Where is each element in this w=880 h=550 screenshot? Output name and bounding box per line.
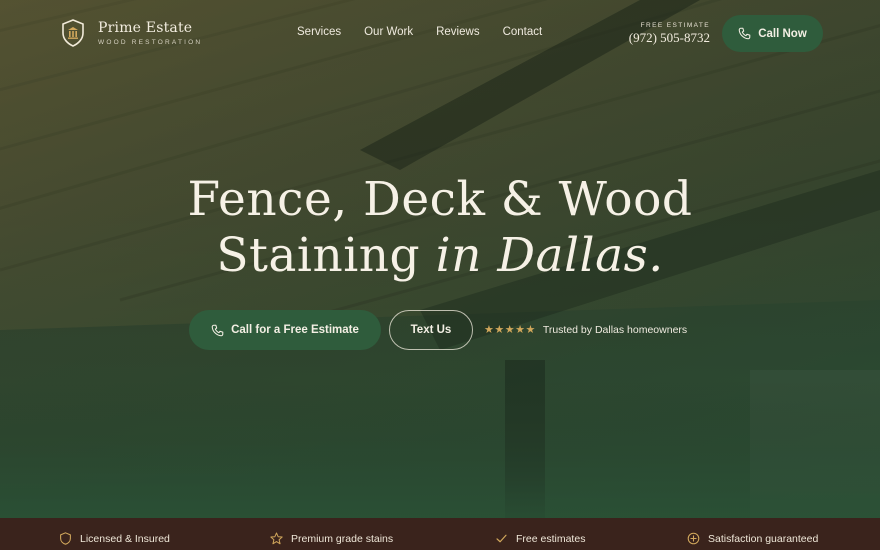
trust-badge: ★★★★★ Trusted by Dallas homeowners [484,323,688,337]
phone-icon [211,324,224,336]
nav-link-our-work[interactable]: Our Work [364,26,413,38]
text-us-button[interactable]: Text Us [389,310,473,350]
headline-line-2-plain: Staining [216,228,421,283]
feature-free-estimates: Free estimates [495,532,585,545]
star-icon [270,532,283,545]
trust-text: Trusted by Dallas homeowners [542,323,688,336]
call-free-estimate-label: Call for a Free Estimate [231,324,359,336]
nav-link-reviews[interactable]: Reviews [436,26,479,38]
check-icon [496,534,507,543]
call-now-button[interactable]: Call Now [722,15,823,52]
feature-label: Premium grade stains [291,532,394,545]
plus-circle-icon [687,532,700,545]
top-navigation: Prime Estate WOOD RESTORATION Services O… [0,0,880,68]
feature-premium-stains: Premium grade stains [270,532,393,545]
feature-label: Free estimates [516,532,586,545]
hero-headline: Fence, Deck & Wood Staining in Dallas. [0,172,880,284]
nav-link-contact[interactable]: Contact [503,26,543,38]
phone-number[interactable]: (972) 505-8732 [612,30,710,46]
feature-licensed: Licensed & Insured [59,532,170,545]
headline-line-2-italic: in Dallas. [435,228,664,283]
brand-tagline: WOOD RESTORATION [98,39,203,46]
headline-line-1: Fence, Deck & Wood [187,172,693,227]
shield-icon [60,532,71,545]
phone-block[interactable]: FREE ESTIMATE (972) 505-8732 [612,22,710,46]
rating-stars-icon: ★★★★★ [484,324,536,336]
text-us-label: Text Us [410,324,452,336]
features-bar: Licensed & Insured Premium grade stains … [0,518,880,550]
feature-label: Licensed & Insured [80,532,170,545]
phone-icon [738,27,751,40]
call-free-estimate-button[interactable]: Call for a Free Estimate [189,310,381,350]
feature-label: Satisfaction guaranteed [708,532,819,545]
brand-logo[interactable]: Prime Estate WOOD RESTORATION [61,19,202,47]
headline-line-2: Staining in Dallas. [0,228,880,284]
nav-links: Services Our Work Reviews Contact [297,26,565,38]
call-now-label: Call Now [758,27,807,40]
nav-link-services[interactable]: Services [297,26,341,38]
feature-satisfaction: Satisfaction guaranteed [687,532,818,545]
shield-logo-icon [62,19,84,47]
phone-label: FREE ESTIMATE [640,22,710,29]
brand-name: Prime Estate [98,20,193,36]
